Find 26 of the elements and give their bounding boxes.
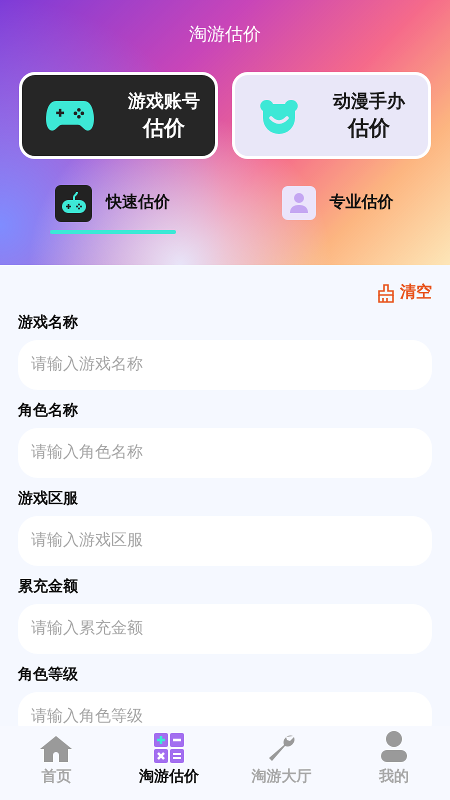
category-title: 游戏账号: [128, 90, 200, 112]
home-icon: [39, 735, 74, 763]
field-label: 角色等级: [18, 665, 79, 685]
gamepad-icon: [46, 98, 94, 132]
nav-tab[interactable]: 淘游估价: [112, 731, 225, 800]
person-icon: [380, 731, 407, 763]
input-field[interactable]: 请输入游戏名称: [18, 340, 432, 390]
category-card[interactable]: 游戏账号 估价: [19, 72, 218, 159]
field-label: 游戏名称: [18, 313, 79, 333]
bear-face-icon: [259, 98, 299, 134]
category-subtitle: 估价: [348, 116, 390, 142]
page-title: 淘游估价: [189, 23, 261, 46]
input-field[interactable]: 请输入游戏区服: [18, 516, 432, 566]
calculator-icon: [154, 733, 184, 763]
input-field[interactable]: 请输入累充金额: [18, 604, 432, 654]
field-label: 游戏区服: [18, 489, 79, 509]
broom-icon: [376, 283, 396, 303]
field-label: 角色名称: [18, 401, 79, 421]
category-card[interactable]: 动漫手办 估价: [232, 72, 431, 159]
category-subtitle: 估价: [143, 116, 185, 142]
category-title: 动漫手办: [333, 90, 405, 112]
field-label: 累充金额: [18, 577, 79, 597]
mode-tab[interactable]: 快速估价: [55, 183, 170, 223]
mode-tab[interactable]: 专业估价: [282, 183, 394, 223]
input-field[interactable]: 请输入角色等级: [18, 692, 432, 726]
input-field[interactable]: 请输入角色名称: [18, 428, 432, 478]
